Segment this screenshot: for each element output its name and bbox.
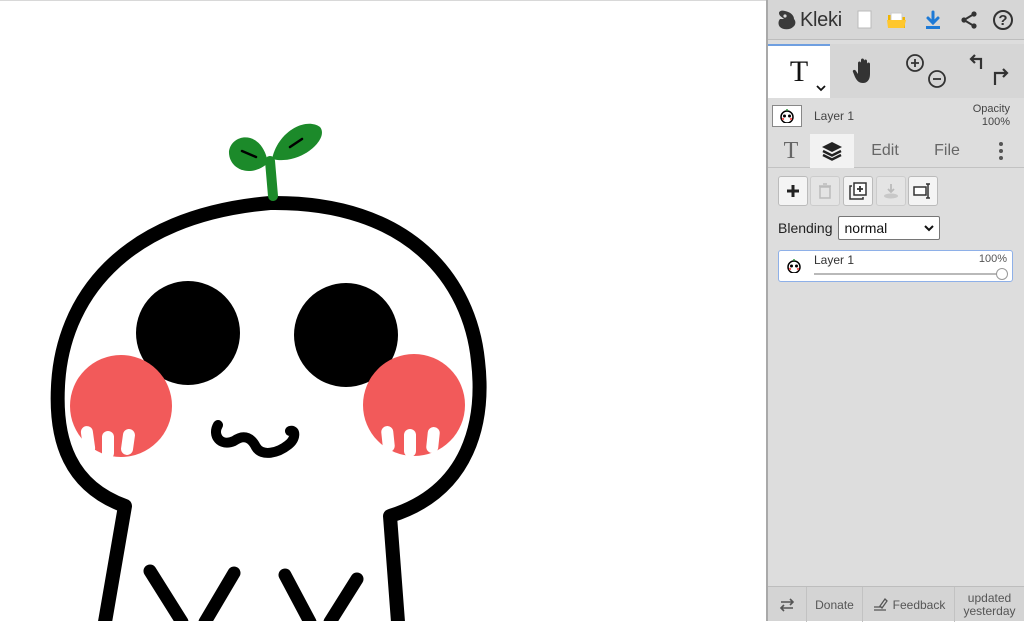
help-icon: ? (993, 10, 1013, 30)
undo-redo-controls (958, 44, 1020, 98)
text-tool-glyph: T (789, 55, 809, 88)
tab-file[interactable]: File (924, 134, 970, 168)
redo-icon[interactable] (993, 68, 1009, 85)
download-button[interactable] (918, 5, 948, 35)
rename-layer-button[interactable] (908, 176, 938, 206)
download-icon (926, 10, 940, 29)
hand-tool-button[interactable] (834, 44, 894, 98)
layer-name: Layer 1 (814, 253, 855, 267)
duplicate-layer-icon (849, 182, 867, 200)
open-image-button[interactable] (882, 5, 912, 35)
kleki-logo[interactable]: Kleki (776, 6, 842, 34)
top-bar: Kleki ? (768, 0, 1024, 40)
zoom-controls (898, 44, 952, 98)
drawing-canvas[interactable] (0, 0, 766, 621)
new-file-icon (857, 10, 872, 29)
duplicate-layer-button[interactable] (843, 176, 873, 206)
blending-row: Blending normal (778, 215, 940, 241)
tab-edit[interactable]: Edit (860, 134, 910, 168)
add-layer-button[interactable] (778, 176, 808, 206)
layer-thumbnail-preview (787, 259, 801, 273)
more-menu-button[interactable] (988, 134, 1014, 168)
feedback-icon (873, 597, 888, 611)
app-name: Kleki (800, 8, 842, 31)
open-folder-icon (887, 12, 906, 28)
chevron-down-icon (816, 85, 826, 92)
blending-mode-select[interactable]: normal (837, 216, 940, 240)
sprout-stem (265, 156, 278, 201)
swap-side-button[interactable] (768, 587, 806, 622)
share-button[interactable] (954, 5, 984, 35)
donate-link[interactable]: Donate (806, 587, 862, 622)
swap-icon (779, 597, 795, 612)
undo-icon[interactable] (969, 54, 983, 69)
layer-opacity-slider[interactable] (814, 273, 1002, 275)
layer-opacity-slider-handle[interactable] (996, 268, 1008, 280)
layers-icon (822, 142, 842, 161)
layer-opacity-value: 100% (978, 253, 1007, 265)
footer: Donate Feedback updated yesterday (768, 586, 1024, 622)
thumbnail-preview (780, 109, 794, 123)
blending-mode-value: normal (844, 220, 888, 236)
current-layer-opacity: Opacity 100% (972, 103, 1010, 128)
tab-text[interactable]: T (774, 134, 808, 168)
hand-icon (852, 58, 870, 83)
merge-down-button[interactable] (876, 176, 906, 206)
text-tool-button[interactable]: T (768, 44, 830, 98)
share-icon (961, 11, 977, 29)
delete-layer-button[interactable] (810, 176, 840, 206)
zoom-out-icon[interactable] (928, 70, 946, 88)
kleki-logo-icon (778, 10, 796, 30)
updated-info[interactable]: updated yesterday (954, 587, 1024, 622)
layer-thumbnail (783, 257, 805, 275)
zoom-in-icon[interactable] (906, 54, 924, 72)
more-vertical-icon (999, 142, 1003, 160)
merge-down-icon (884, 184, 898, 199)
current-layer-name: Layer 1 (814, 109, 855, 123)
rename-layer-icon (913, 183, 930, 199)
help-button[interactable]: ? (988, 5, 1018, 35)
tool-row: T (768, 44, 1024, 98)
tab-layers[interactable] (810, 134, 854, 168)
sidebar: Kleki ? T Layer 1 Opacity 100% T Edit Fi… (766, 0, 1024, 622)
current-layer-thumbnail (772, 105, 802, 127)
delete-layer-icon (819, 183, 831, 199)
new-image-button[interactable] (850, 5, 880, 35)
canvas-artwork (50, 123, 487, 621)
layer-tool-buttons (768, 176, 1024, 210)
panel-tabs: T Edit File (768, 134, 1024, 168)
current-layer-info: Layer 1 Opacity 100% (768, 100, 1024, 134)
add-layer-icon (787, 185, 799, 197)
layer-list-item[interactable]: Layer 1 100% (778, 250, 1013, 282)
feedback-link[interactable]: Feedback (862, 587, 954, 622)
blending-label: Blending (778, 220, 833, 236)
chevron-down-icon (923, 225, 934, 232)
